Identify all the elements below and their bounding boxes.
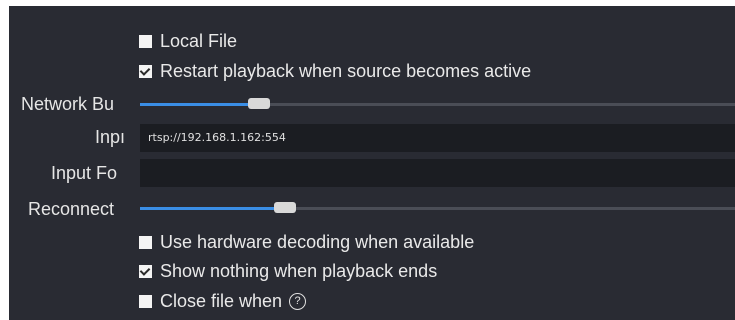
input-format-field[interactable]	[140, 159, 735, 187]
slider-thumb[interactable]	[248, 98, 270, 109]
checkbox-unchecked-icon[interactable]	[139, 235, 152, 249]
properties-panel: Local File Restart playback when source …	[9, 6, 735, 320]
checkbox-checked-icon[interactable]	[139, 64, 152, 78]
restart-playback-label: Restart playback when source becomes act…	[160, 60, 532, 81]
reconnect-slider[interactable]	[140, 198, 735, 218]
slider-thumb[interactable]	[274, 202, 296, 213]
network-buffering-slider[interactable]	[140, 94, 735, 114]
network-buffering-label: Network Bu	[21, 94, 115, 114]
hardware-decoding-checkbox[interactable]: Use hardware decoding when available	[139, 230, 474, 254]
checkbox-unchecked-icon[interactable]	[139, 34, 152, 48]
input-label: Inpı	[95, 127, 126, 147]
local-file-label: Local File	[160, 30, 238, 51]
local-file-checkbox[interactable]: Local File	[139, 29, 237, 53]
hardware-decoding-label: Use hardware decoding when available	[160, 231, 475, 252]
show-nothing-label: Show nothing when playback ends	[160, 260, 438, 281]
slider-fill	[140, 103, 250, 106]
help-icon[interactable]: ?	[289, 292, 307, 310]
checkbox-unchecked-icon[interactable]	[139, 294, 152, 308]
close-file-label: Close file when	[160, 290, 283, 311]
checkbox-checked-icon[interactable]	[139, 264, 152, 278]
slider-fill	[140, 207, 276, 210]
input-format-label: Input Fo	[51, 163, 118, 183]
restart-playback-checkbox[interactable]: Restart playback when source becomes act…	[139, 59, 531, 83]
input-field[interactable]: rtsp://192.168.1.162:554	[140, 124, 735, 152]
close-file-checkbox[interactable]: Close file when ?	[139, 289, 307, 313]
reconnect-label: Reconnect	[28, 199, 115, 219]
show-nothing-checkbox[interactable]: Show nothing when playback ends	[139, 259, 437, 283]
